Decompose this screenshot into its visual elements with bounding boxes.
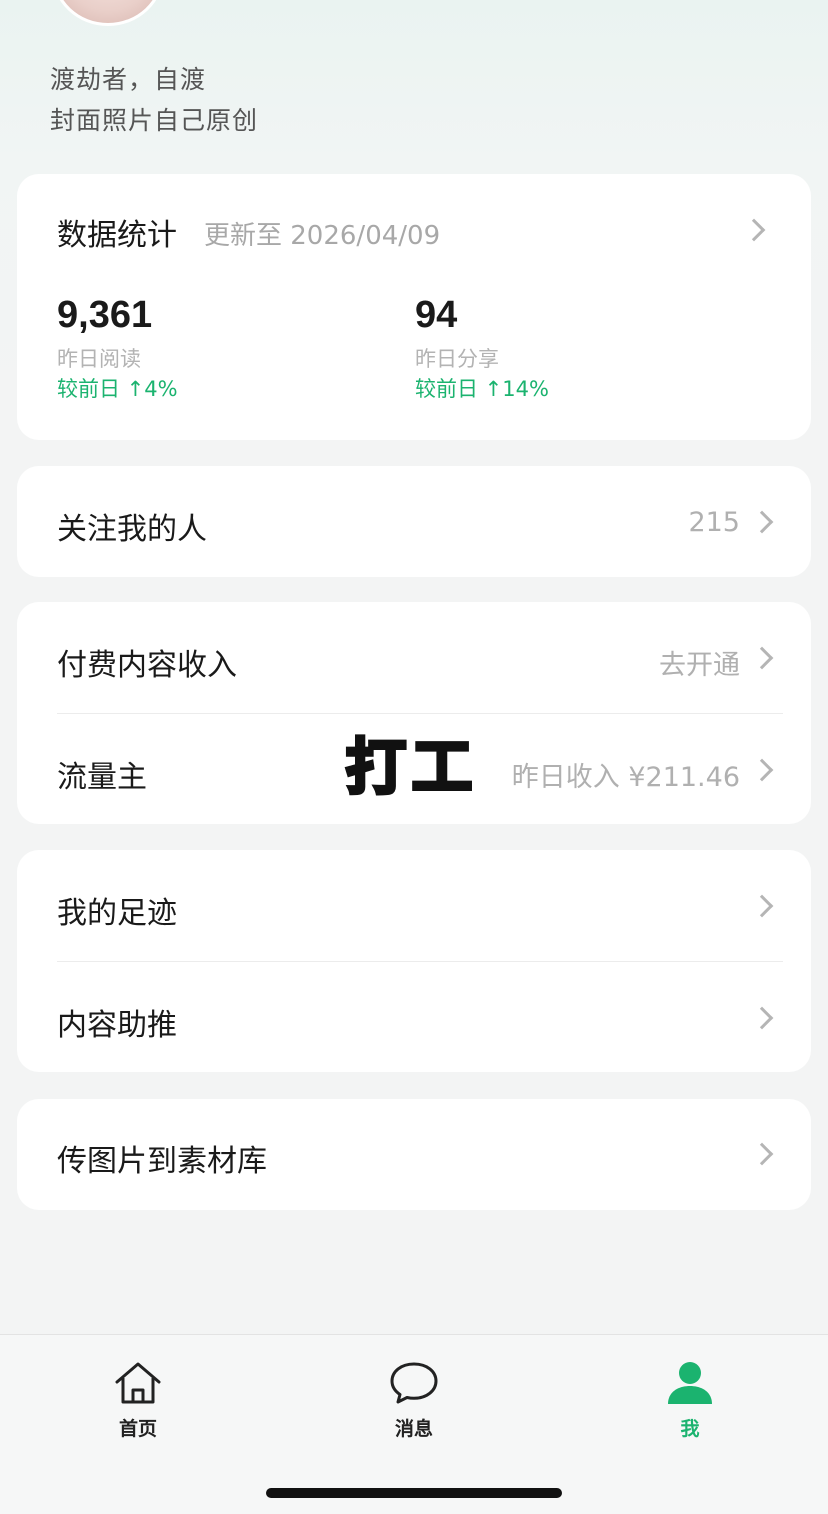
reads-label: 昨日阅读 [57, 347, 141, 371]
tab-home-label: 首页 [118, 1418, 157, 1440]
bio-line-1: 渡劫者，自渡 [50, 65, 207, 94]
footprints-label[interactable]: 我的足迹 [57, 888, 177, 932]
home-icon [113, 1360, 163, 1406]
paid-content-action[interactable]: 去开通 [600, 643, 740, 682]
tab-messages[interactable]: 消息 [354, 1360, 474, 1441]
tab-messages-label: 消息 [394, 1418, 433, 1440]
promote-label[interactable]: 内容助推 [57, 1000, 177, 1044]
stats-updated-date: 更新至 2026/04/09 [204, 221, 441, 251]
chat-bubble-icon [389, 1360, 439, 1406]
shares-change: 较前日 ↑14% [415, 377, 549, 401]
home-indicator [266, 1488, 562, 1498]
reads-value: 9,361 [57, 294, 153, 336]
tab-me[interactable]: 我 [630, 1360, 750, 1441]
traffic-income[interactable]: 昨日收入 ¥211.46 [480, 755, 740, 794]
tab-home[interactable]: 首页 [78, 1360, 198, 1441]
avatar[interactable] [52, 0, 164, 26]
bio-line-2: 封面照片自己原创 [50, 106, 259, 135]
shares-value: 94 [415, 294, 458, 336]
tab-me-label: 我 [680, 1418, 700, 1440]
reads-change: 较前日 ↑4% [57, 377, 178, 401]
followers-label: 关注我的人 [57, 512, 207, 547]
traffic-label[interactable]: 流量主 [57, 752, 147, 796]
shares-label: 昨日分享 [415, 347, 499, 371]
upload-label: 传图片到素材库 [57, 1144, 267, 1179]
divider [57, 961, 783, 962]
paid-content-label[interactable]: 付费内容收入 [57, 640, 237, 684]
stats-title: 数据统计 [57, 218, 177, 253]
divider [57, 713, 783, 714]
followers-count: 215 [688, 507, 740, 538]
person-icon [665, 1360, 715, 1406]
sticker-overlay-text: 打工 [344, 731, 478, 805]
